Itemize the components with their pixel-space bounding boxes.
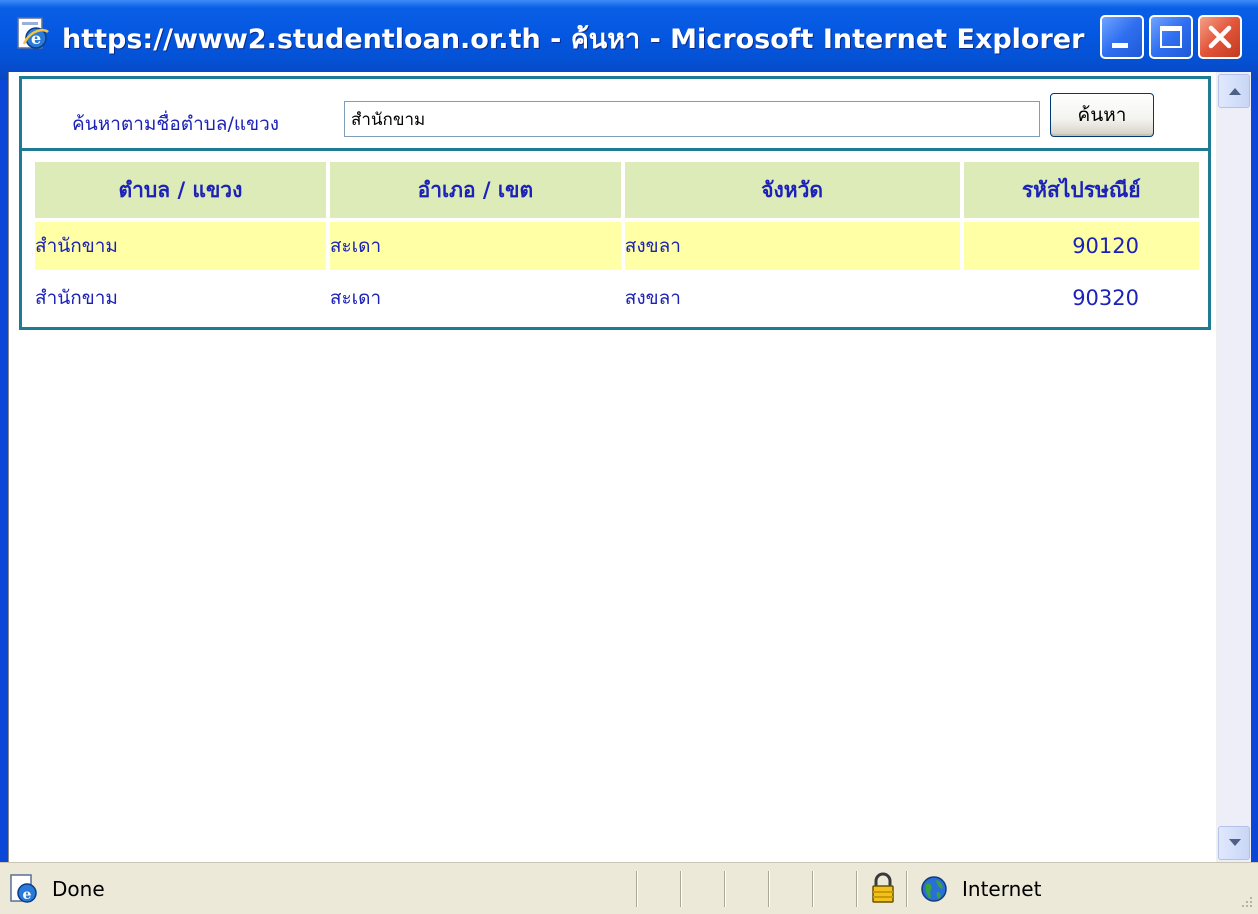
column-header-postcode: รหัสไปรษณีย์ [963,162,1199,218]
security-zone-label: Internet [962,877,1042,901]
cell-subdistrict: สำนักขาม [35,222,326,270]
status-divider [636,871,638,907]
cell-postcode: 90320 [1072,286,1139,310]
cell-district: สะเดา [329,287,382,309]
resize-grip-icon[interactable] [1236,893,1254,911]
minimize-button[interactable] [1100,15,1144,59]
globe-icon [921,876,947,902]
scroll-down-button[interactable] [1218,826,1250,860]
search-button[interactable]: ค้นหา [1050,93,1154,137]
status-text: Done [52,877,105,901]
status-bar: e Done Internet [0,862,1258,914]
table-row[interactable]: สำนักขาม สะเดา สงขลา 90120 [35,222,1199,270]
status-divider [856,871,858,907]
maximize-icon [1160,26,1182,48]
window-title: https://www2.studentloan.or.th - ค้นหา -… [62,24,1085,55]
results-panel: ตำบล / แขวง อำเภอ / เขต จังหวัด รหัสไปรษ… [19,148,1211,330]
title-bar[interactable]: e https://www2.studentloan.or.th - ค้นหา… [0,0,1258,80]
results-table: ตำบล / แขวง อำเภอ / เขต จังหวัด รหัสไปรษ… [31,158,1203,326]
search-label: ค้นหาตามชื่อตำบล/แขวง [72,113,280,135]
arrow-up-icon [1229,88,1241,95]
vertical-scrollbar[interactable] [1216,72,1251,862]
cell-postcode: 90120 [963,222,1199,270]
scroll-up-button[interactable] [1218,74,1250,108]
status-divider [724,871,726,907]
close-icon [1208,25,1232,49]
lock-icon[interactable] [870,871,896,905]
minimize-icon [1112,43,1128,48]
cell-province: สงขลา [624,287,681,309]
browser-window: e https://www2.studentloan.or.th - ค้นหา… [0,0,1258,914]
status-divider [812,871,814,907]
status-divider [768,871,770,907]
search-input[interactable] [344,101,1040,137]
arrow-down-icon [1229,839,1241,846]
status-divider [680,871,682,907]
column-header-district: อำเภอ / เขต [329,162,621,218]
svg-text:e: e [23,887,32,903]
page-content: ค้นหาตามชื่อตำบล/แขวง ค้นหา ตำบล / แขวง … [8,72,1251,862]
cell-province: สงขลา [624,222,960,270]
maximize-button[interactable] [1149,15,1193,59]
ie-page-icon: e [17,17,49,49]
cell-subdistrict: สำนักขาม [35,287,118,309]
ie-page-icon: e [10,874,37,903]
status-divider [906,871,908,907]
cell-district: สะเดา [329,222,621,270]
table-row[interactable]: สำนักขาม สะเดา สงขลา 90320 [35,274,1199,322]
table-header-row: ตำบล / แขวง อำเภอ / เขต จังหวัด รหัสไปรษ… [35,162,1199,218]
column-header-province: จังหวัด [624,162,960,218]
column-header-subdistrict: ตำบล / แขวง [35,162,326,218]
search-panel: ค้นหาตามชื่อตำบล/แขวง ค้นหา [19,76,1211,150]
close-button[interactable] [1198,15,1242,59]
